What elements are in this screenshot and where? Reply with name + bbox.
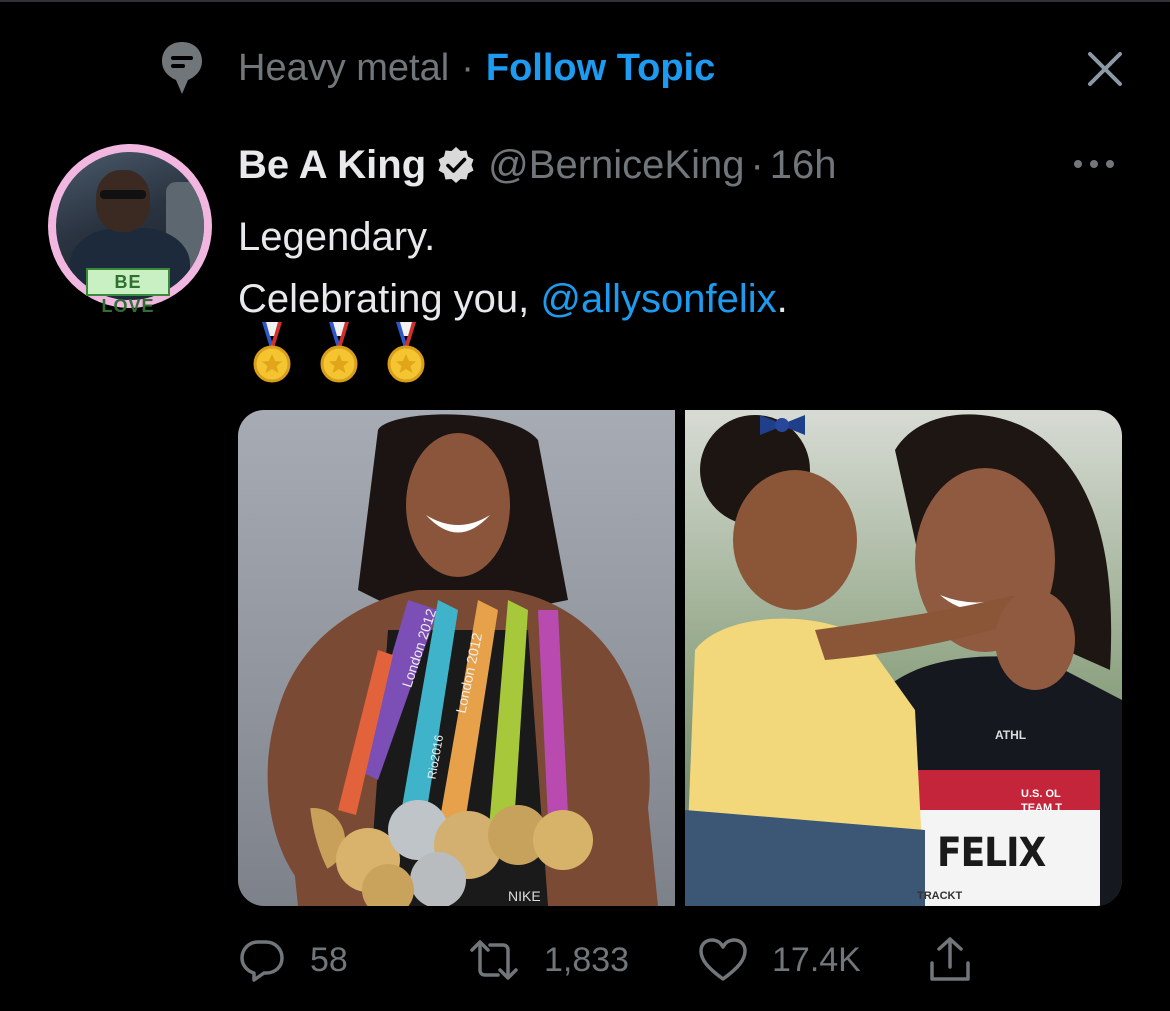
tweet-header: Be A King @BerniceKing · 16h xyxy=(238,140,837,190)
medal-emojis xyxy=(250,322,428,384)
header-separator: · xyxy=(750,142,764,187)
tweet-line-2-suffix: . xyxy=(776,277,788,321)
handle[interactable]: @BerniceKing xyxy=(488,143,744,188)
retweet-icon xyxy=(470,940,518,980)
close-icon[interactable] xyxy=(1080,44,1130,94)
media-photo-right[interactable]: ATHL U.S. OL TEAM T FELIX TRACKT xyxy=(685,410,1122,906)
topic-separator: · xyxy=(461,46,474,89)
verified-badge-icon xyxy=(438,147,474,183)
reply-icon xyxy=(240,940,284,982)
nike-text: NIKE xyxy=(508,888,541,904)
topic-icon xyxy=(160,40,204,96)
reply-button[interactable]: 58 xyxy=(238,932,348,988)
mention-link[interactable]: @allysonfelix xyxy=(540,277,776,321)
bib-footer-text: TRACKT xyxy=(917,890,963,902)
like-count: 17.4K xyxy=(772,940,861,979)
medal-icon xyxy=(253,322,291,383)
tweet-media: London 2012 London 2012 Rio2016 NIKE ATH… xyxy=(238,410,1122,906)
timestamp[interactable]: 16h xyxy=(770,143,837,188)
share-button[interactable] xyxy=(926,932,974,988)
reply-count: 58 xyxy=(310,940,348,979)
tweet-text: Legendary. Celebrating you, @allysonfeli… xyxy=(238,206,788,330)
top-divider xyxy=(0,0,1170,2)
retweet-count: 1,833 xyxy=(544,940,630,979)
like-button[interactable]: 17.4K xyxy=(698,932,861,988)
bib-name: FELIX xyxy=(937,830,1046,876)
tweet-line-2: Celebrating you, @allysonfelix. xyxy=(238,268,788,330)
bib-text-1: U.S. OL xyxy=(1021,788,1061,800)
shirt-text: ATHL xyxy=(995,728,1027,742)
follow-topic-button[interactable]: Follow Topic xyxy=(486,47,715,90)
avatar-badge: BE LOVE xyxy=(86,268,170,316)
display-name[interactable]: Be A King xyxy=(238,143,426,188)
media-photo-left[interactable]: London 2012 London 2012 Rio2016 NIKE xyxy=(238,410,675,906)
more-icon[interactable] xyxy=(1070,152,1118,176)
tweet-line-1: Legendary. xyxy=(238,215,436,259)
medal-icon xyxy=(387,322,425,383)
share-icon xyxy=(930,937,970,981)
like-icon xyxy=(699,938,747,981)
medal-icon xyxy=(320,322,358,383)
retweet-button[interactable]: 1,833 xyxy=(468,932,629,988)
tweet-line-2-prefix: Celebrating you, xyxy=(238,277,541,321)
bib-text-2: TEAM T xyxy=(1021,802,1062,814)
topic-header: Heavy metal · Follow Topic xyxy=(160,40,715,96)
topic-name[interactable]: Heavy metal xyxy=(238,47,449,90)
